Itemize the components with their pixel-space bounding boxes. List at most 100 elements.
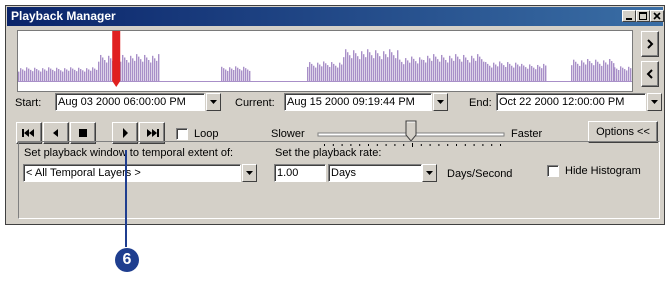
maximize-button[interactable] bbox=[636, 10, 650, 22]
time-histogram[interactable] bbox=[17, 30, 633, 92]
histogram-bar bbox=[22, 69, 24, 81]
hide-histogram-checkbox[interactable] bbox=[547, 165, 559, 177]
histogram-bar bbox=[369, 52, 371, 81]
histogram-bar bbox=[509, 63, 511, 81]
histogram-bar bbox=[521, 63, 523, 81]
histogram-bar bbox=[237, 67, 239, 81]
histogram-bar bbox=[26, 67, 28, 81]
histogram-bar bbox=[624, 69, 626, 81]
skip-to-end-icon bbox=[147, 129, 159, 137]
histogram-bar bbox=[347, 52, 349, 81]
histogram-bar bbox=[32, 71, 34, 81]
histogram-bar bbox=[579, 65, 581, 81]
histogram-bar bbox=[84, 71, 86, 81]
histogram-bar bbox=[467, 60, 469, 81]
histogram-bar bbox=[469, 62, 471, 81]
histogram-forward-button[interactable] bbox=[641, 31, 659, 57]
histogram-bar bbox=[146, 57, 148, 81]
histogram-bar bbox=[231, 68, 233, 81]
minimize-button[interactable] bbox=[622, 10, 636, 22]
histogram-bar bbox=[355, 53, 357, 81]
histogram-bar bbox=[491, 67, 493, 81]
histogram-bar bbox=[391, 52, 393, 81]
histogram-bar bbox=[156, 60, 158, 81]
histogram-bar bbox=[411, 56, 413, 81]
histogram-bar bbox=[52, 69, 54, 81]
histogram-bar bbox=[481, 59, 483, 81]
temporal-extent-dropdown[interactable] bbox=[242, 164, 257, 182]
histogram-bar bbox=[539, 66, 541, 81]
current-time-dropdown[interactable] bbox=[433, 93, 448, 111]
histogram-bar bbox=[319, 64, 321, 81]
histogram-bar bbox=[463, 54, 465, 81]
histogram-bar bbox=[591, 63, 593, 81]
histogram-bar bbox=[221, 66, 223, 81]
histogram-bar bbox=[110, 58, 112, 81]
current-time-field[interactable]: Aug 15 2000 09:19:44 PM bbox=[284, 93, 432, 111]
temporal-extent-select[interactable]: < All Temporal Layers > bbox=[23, 164, 241, 182]
options-button[interactable]: Options << bbox=[588, 121, 658, 143]
histogram-bar bbox=[70, 67, 72, 81]
histogram-bar bbox=[379, 56, 381, 81]
end-time-field[interactable]: Oct 22 2000 12:00:00 PM bbox=[496, 93, 646, 111]
playback-rate-input[interactable]: 1.00 bbox=[274, 164, 326, 182]
histogram-bar bbox=[76, 71, 78, 81]
histogram-bar bbox=[122, 54, 124, 81]
histogram-bar bbox=[18, 71, 20, 81]
histogram-bar bbox=[573, 59, 575, 81]
start-time-dropdown[interactable] bbox=[206, 93, 221, 111]
histogram-bar bbox=[525, 67, 527, 81]
histogram-bar bbox=[415, 61, 417, 81]
stop-icon bbox=[79, 129, 87, 137]
histogram-bar bbox=[102, 57, 104, 81]
rate-unit-select[interactable]: Days bbox=[328, 164, 422, 182]
histogram-bar bbox=[323, 61, 325, 81]
loop-checkbox[interactable] bbox=[176, 128, 188, 140]
histogram-bar bbox=[56, 67, 58, 81]
histogram-bar bbox=[545, 65, 547, 81]
hide-histogram-label: Hide Histogram bbox=[565, 165, 641, 177]
skip-to-start-icon bbox=[22, 129, 34, 137]
histogram-bar bbox=[571, 65, 573, 81]
title-bar: Playback Manager bbox=[7, 7, 664, 26]
histogram-bar bbox=[593, 65, 595, 81]
histogram-bar bbox=[601, 65, 603, 81]
histogram-bar bbox=[34, 67, 36, 81]
step-back-icon bbox=[53, 129, 58, 137]
close-button[interactable] bbox=[650, 10, 664, 22]
chevron-down-icon bbox=[426, 171, 433, 175]
histogram-bar bbox=[501, 63, 503, 81]
histogram-bar bbox=[80, 69, 82, 81]
histogram-bar bbox=[585, 64, 587, 81]
histogram-bar bbox=[92, 67, 94, 81]
histogram-bar bbox=[78, 67, 80, 81]
histogram-back-button[interactable] bbox=[641, 61, 659, 87]
histogram-bar bbox=[90, 70, 92, 81]
histogram-bar bbox=[227, 70, 229, 81]
histogram-bar bbox=[130, 55, 132, 81]
histogram-bar bbox=[401, 61, 403, 81]
histogram-bar bbox=[40, 71, 42, 81]
histogram-bar bbox=[235, 66, 237, 81]
histogram-bar bbox=[345, 49, 347, 81]
histogram-bar bbox=[435, 56, 437, 81]
current-label: Current: bbox=[235, 97, 275, 109]
histogram-bar bbox=[72, 68, 74, 81]
histogram-bar bbox=[104, 60, 106, 81]
histogram-bar bbox=[377, 53, 379, 81]
histogram-bar bbox=[425, 62, 427, 81]
histogram-bar bbox=[529, 64, 531, 81]
histogram-bar bbox=[489, 65, 491, 81]
histogram-bar bbox=[515, 62, 517, 81]
histogram-bar bbox=[622, 67, 624, 81]
histogram-bar bbox=[54, 71, 56, 81]
end-label: End: bbox=[469, 97, 492, 109]
histogram-bar bbox=[577, 63, 579, 81]
end-time-dropdown[interactable] bbox=[647, 93, 662, 111]
close-icon bbox=[653, 12, 661, 20]
histogram-bar bbox=[431, 60, 433, 81]
histogram-bar bbox=[505, 66, 507, 81]
rate-unit-dropdown[interactable] bbox=[422, 164, 437, 182]
histogram-bar bbox=[343, 57, 345, 81]
start-time-field[interactable]: Aug 03 2000 06:00:00 PM bbox=[55, 93, 205, 111]
